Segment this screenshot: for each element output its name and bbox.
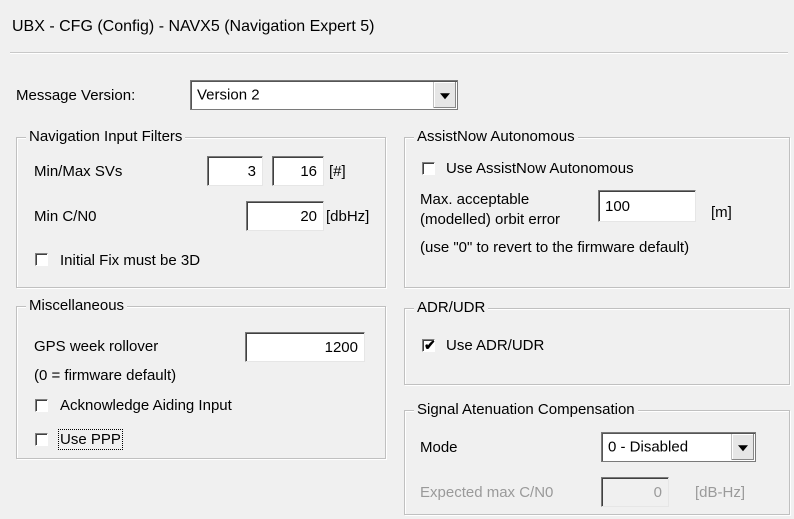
- initial-fix-3d-label[interactable]: Initial Fix must be 3D: [60, 252, 200, 269]
- svs-unit-label: [#]: [329, 163, 346, 180]
- acknowledge-aiding-label[interactable]: Acknowledge Aiding Input: [60, 397, 232, 414]
- message-version-label: Message Version:: [16, 87, 136, 104]
- miscellaneous-legend: Miscellaneous: [26, 297, 128, 314]
- min-svs-value: 3: [247, 162, 256, 180]
- gps-week-rollover-label: GPS week rollover: [34, 338, 159, 355]
- title-divider: [10, 52, 788, 54]
- max-svs-value: 16: [300, 162, 317, 180]
- message-version-value: Version 2: [197, 86, 260, 104]
- max-orbit-error-value: 100: [605, 197, 631, 215]
- min-max-svs-label: Min/Max SVs: [34, 163, 123, 180]
- signal-atenuation-legend: Signal Atenuation Compensation: [414, 401, 638, 418]
- min-cno-label: Min C/N0: [34, 208, 97, 225]
- min-cno-input[interactable]: 20: [246, 201, 324, 231]
- max-orbit-error-label-line2: (modelled) orbit error: [420, 211, 561, 228]
- gps-week-rollover-input[interactable]: 1200: [245, 332, 365, 362]
- initial-fix-3d-checkbox[interactable]: [35, 253, 48, 266]
- use-adr-udr-label[interactable]: Use ADR/UDR: [446, 337, 544, 354]
- mode-value: 0 - Disabled: [608, 438, 689, 456]
- max-orbit-error-input[interactable]: 100: [598, 190, 696, 222]
- expected-max-cno-unit: [dB-Hz]: [695, 484, 746, 501]
- expected-max-cno-value: 0: [653, 483, 662, 501]
- use-ppp-label[interactable]: Use PPP: [58, 429, 123, 450]
- use-adr-udr-checkbox[interactable]: ✔: [422, 337, 436, 353]
- expected-max-cno-label: Expected max C/N0: [420, 484, 554, 501]
- use-ppp-checkbox[interactable]: [35, 433, 48, 446]
- adr-udr-legend: ADR/UDR: [414, 299, 489, 316]
- max-orbit-unit-label: [m]: [711, 204, 732, 221]
- expected-max-cno-input[interactable]: 0: [601, 477, 669, 507]
- mode-dropdown-button[interactable]: [731, 434, 754, 460]
- mode-select[interactable]: 0 - Disabled: [601, 432, 756, 462]
- use-assistnow-label[interactable]: Use AssistNow Autonomous: [446, 160, 634, 177]
- use-assistnow-checkbox[interactable]: [422, 162, 435, 175]
- message-version-dropdown-button[interactable]: [433, 82, 456, 108]
- dialog-title: UBX - CFG (Config) - NAVX5 (Navigation E…: [12, 18, 375, 35]
- cno-unit-label: [dbHz]: [326, 208, 370, 225]
- firmware-default-note: (0 = firmware default): [34, 367, 177, 384]
- assistnow-autonomous-legend: AssistNow Autonomous: [414, 128, 578, 145]
- revert-note: (use "0" to revert to the firmware defau…: [420, 239, 690, 256]
- navigation-input-filters-legend: Navigation Input Filters: [26, 128, 186, 145]
- message-version-select[interactable]: Version 2: [190, 80, 458, 110]
- acknowledge-aiding-checkbox[interactable]: [35, 399, 48, 412]
- max-orbit-error-label-line1: Max. acceptable: [420, 191, 530, 208]
- gps-week-rollover-value: 1200: [324, 338, 358, 356]
- checkmark-icon: ✔: [424, 337, 436, 353]
- max-svs-input[interactable]: 16: [272, 156, 324, 186]
- chevron-down-icon: [738, 445, 748, 452]
- chevron-down-icon: [440, 93, 450, 100]
- mode-label: Mode: [420, 439, 458, 456]
- min-svs-input[interactable]: 3: [207, 156, 263, 186]
- min-cno-value: 20: [300, 207, 317, 225]
